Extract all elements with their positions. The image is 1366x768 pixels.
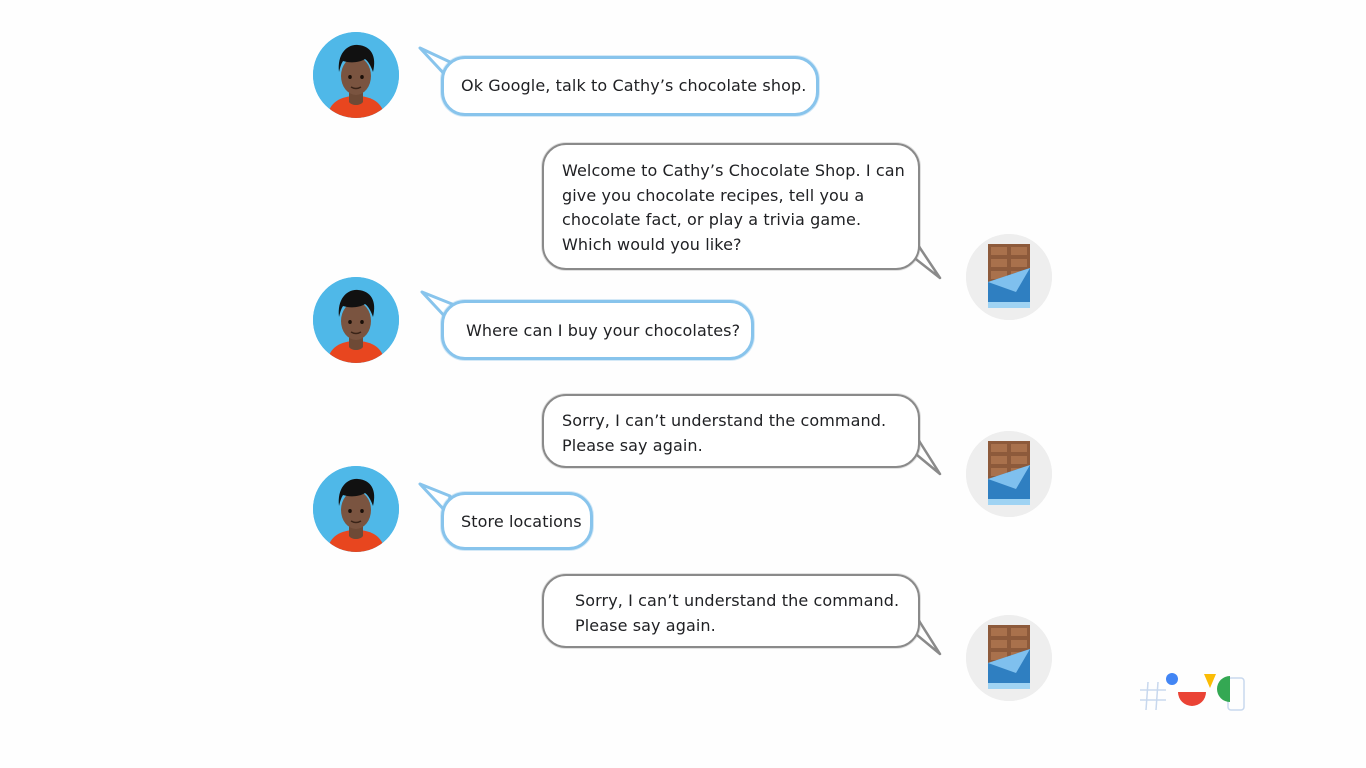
chocolate-bar-icon xyxy=(966,615,1052,701)
user-avatar-icon xyxy=(313,277,399,363)
bot-message-bubble: Sorry, I can’t understand the command. P… xyxy=(542,394,920,468)
user-avatar-icon xyxy=(313,32,399,118)
message-text: Sorry, I can’t understand the command. P… xyxy=(575,591,900,635)
bot-message-bubble: Welcome to Cathy’s Chocolate Shop. I can… xyxy=(542,143,920,270)
message-text: Store locations xyxy=(461,512,582,531)
message-text: Sorry, I can’t understand the command. P… xyxy=(562,411,887,455)
chocolate-bar-icon xyxy=(966,431,1052,517)
user-message-bubble: Where can I buy your chocolates? xyxy=(441,300,754,360)
user-message-bubble: Store locations xyxy=(441,492,593,550)
message-text: Welcome to Cathy’s Chocolate Shop. I can… xyxy=(562,161,905,254)
message-text: Where can I buy your chocolates? xyxy=(466,321,741,340)
chocolate-bar-icon xyxy=(966,234,1052,320)
bot-message-bubble: Sorry, I can’t understand the command. P… xyxy=(542,574,920,648)
google-io-logo-icon xyxy=(1140,673,1245,711)
user-avatar-icon xyxy=(313,466,399,552)
conversation-slide: Ok Google, talk to Cathy’s chocolate sho… xyxy=(0,0,1366,768)
message-text: Ok Google, talk to Cathy’s chocolate sho… xyxy=(461,76,807,95)
user-message-bubble: Ok Google, talk to Cathy’s chocolate sho… xyxy=(441,56,819,116)
